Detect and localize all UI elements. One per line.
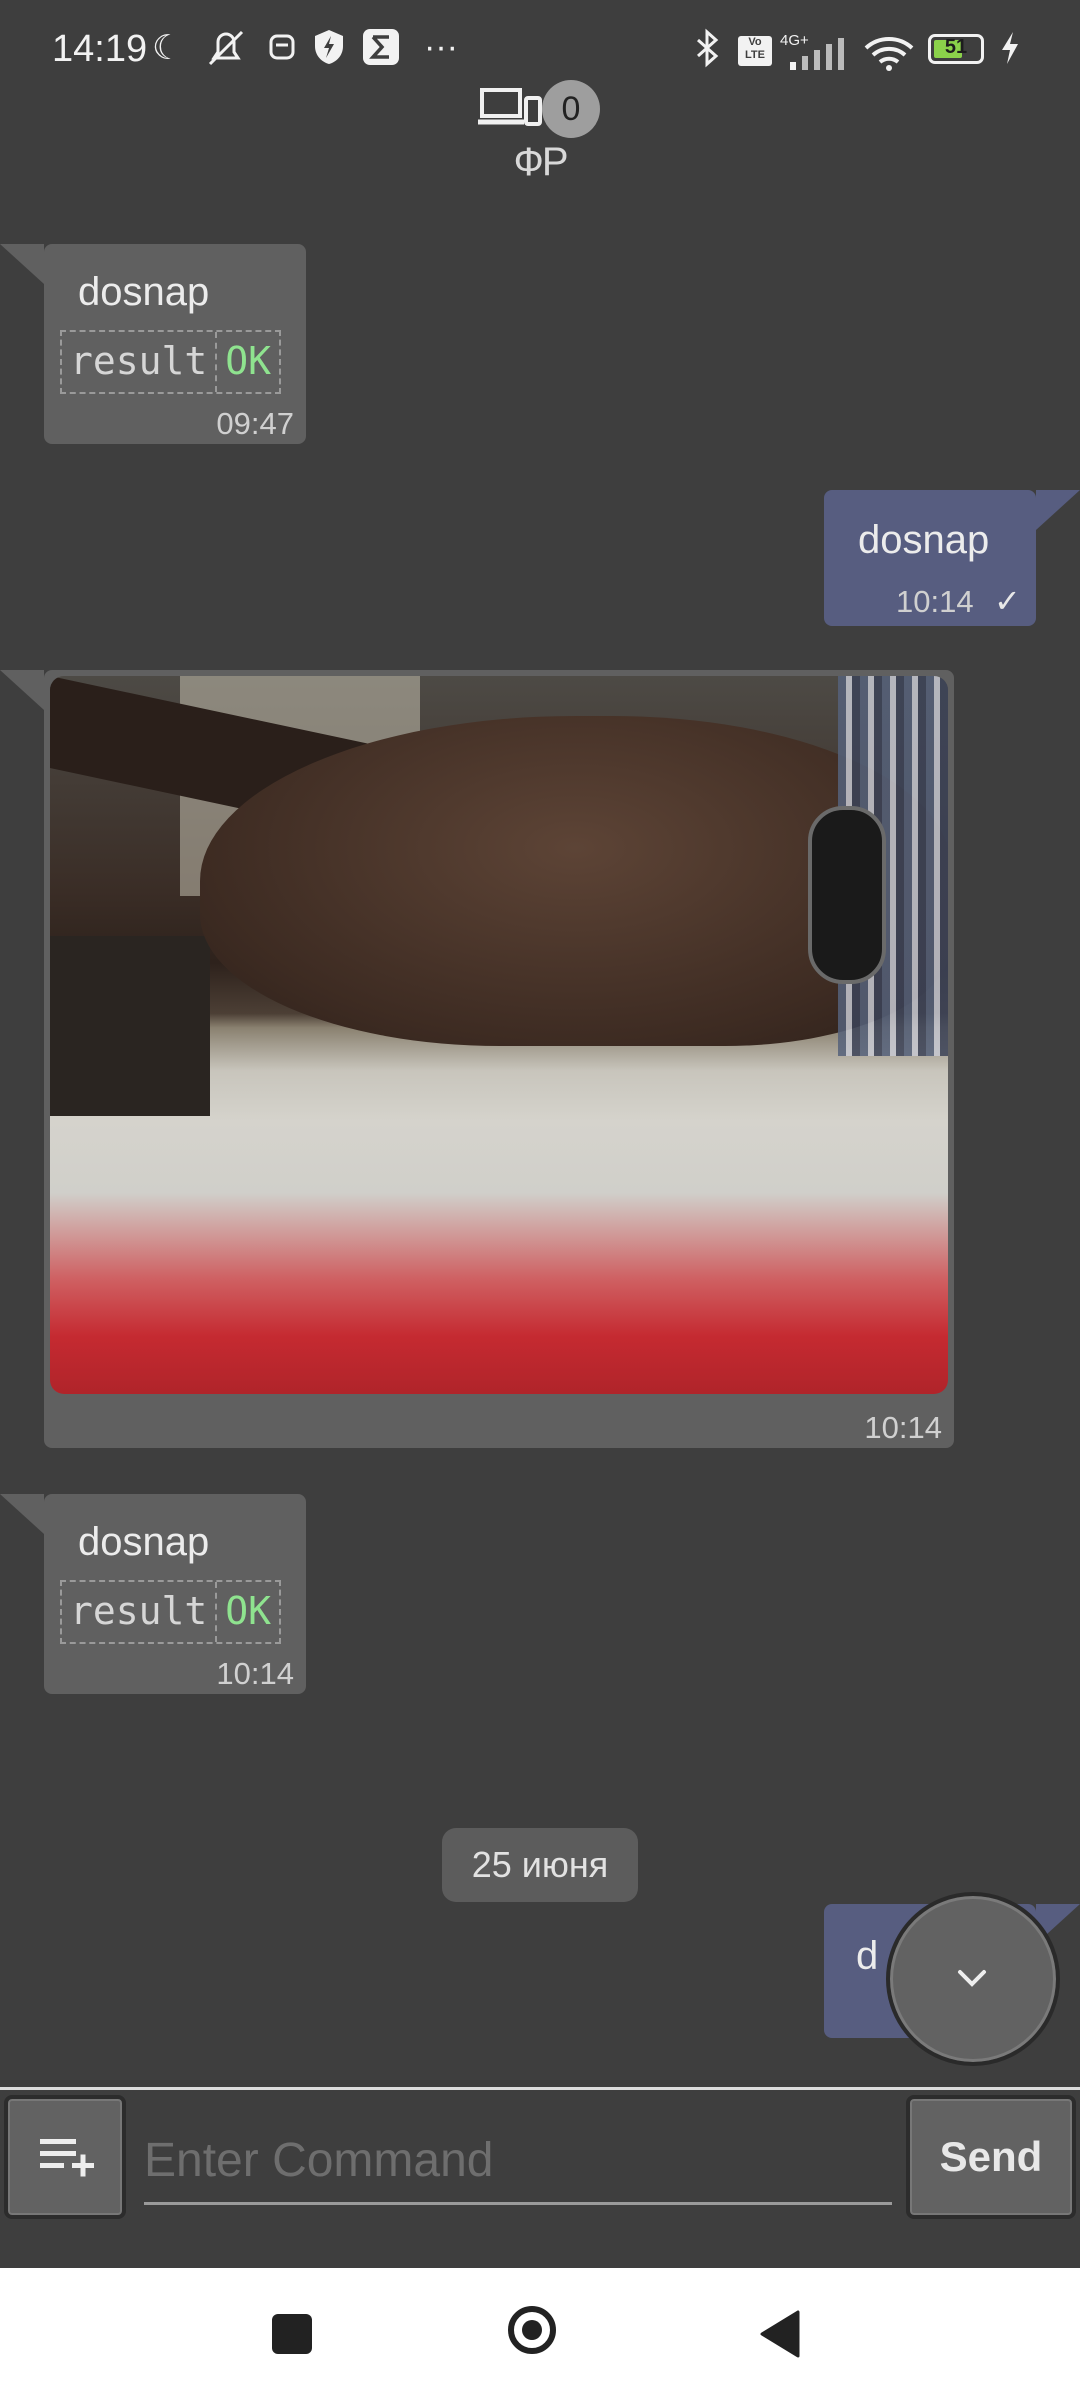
moon-icon: ☾ — [152, 29, 183, 67]
more-notifications-icon: ··· — [424, 28, 458, 66]
message-time: 10:14 — [864, 1410, 942, 1445]
device-count-badge: 0 — [542, 80, 600, 138]
status-bar: 14:19 ☾ ··· Vo LTE 4G+ 51 — [0, 0, 1080, 100]
command-list-button[interactable] — [4, 2095, 126, 2219]
message-text: dosnap — [78, 270, 210, 314]
message-bubble-incoming[interactable]: dosnap result OK 10:14 — [44, 1494, 306, 1694]
playlist-add-icon — [40, 2139, 94, 2177]
signal-icon — [780, 36, 852, 77]
recents-icon[interactable] — [272, 2314, 312, 2354]
message-text: dosnap — [78, 1520, 210, 1564]
bubble-tail — [0, 670, 44, 710]
volte-icon: Vo LTE — [738, 36, 772, 66]
sent-check-icon: ✓ — [994, 583, 1021, 619]
snapshot-image[interactable] — [50, 676, 948, 1394]
photo-shadow — [50, 936, 210, 1116]
message-time: 10:14 — [896, 584, 974, 619]
result-value: OK — [225, 1589, 272, 1633]
shield-bolt-icon — [312, 28, 346, 75]
bubble-tail — [0, 244, 44, 284]
charging-icon — [998, 30, 1022, 75]
devices-icon[interactable] — [478, 86, 542, 130]
message-text: dosnap — [858, 518, 990, 562]
result-table: result OK — [60, 1580, 282, 1644]
date-separator: 25 июня — [442, 1828, 638, 1902]
message-bubble-incoming[interactable]: dosnap result OK 09:47 — [44, 244, 306, 444]
command-input[interactable] — [144, 2118, 892, 2205]
message-time: 09:47 — [216, 406, 294, 441]
sigma-icon — [362, 28, 400, 75]
send-button[interactable]: Send — [906, 2095, 1076, 2219]
home-icon[interactable] — [508, 2306, 556, 2354]
bluetooth-icon — [690, 28, 724, 77]
bubble-tail — [1036, 490, 1080, 530]
clock: 14:19 — [52, 28, 148, 70]
scroll-to-bottom-button[interactable] — [886, 1892, 1060, 2066]
bubble-tail — [0, 1494, 44, 1534]
message-time: 10:14 — [216, 1656, 294, 1691]
result-key: result — [62, 332, 218, 392]
result-value: OK — [225, 339, 272, 383]
result-key: result — [62, 1582, 218, 1642]
device-name: ФР — [513, 140, 568, 184]
battery-level: 51 — [944, 36, 968, 58]
robot-icon — [266, 28, 298, 73]
battery-icon: 51 — [928, 34, 984, 64]
result-table: result OK — [60, 330, 282, 394]
message-bubble-outgoing[interactable]: dosnap 10:14 ✓ — [824, 490, 1036, 626]
back-icon[interactable] — [758, 2308, 802, 2365]
message-text: d — [856, 1934, 879, 1978]
wifi-icon — [862, 34, 916, 77]
chevron-down-icon — [958, 1970, 986, 1987]
photo-watch — [808, 806, 886, 984]
bell-off-icon — [204, 28, 248, 77]
